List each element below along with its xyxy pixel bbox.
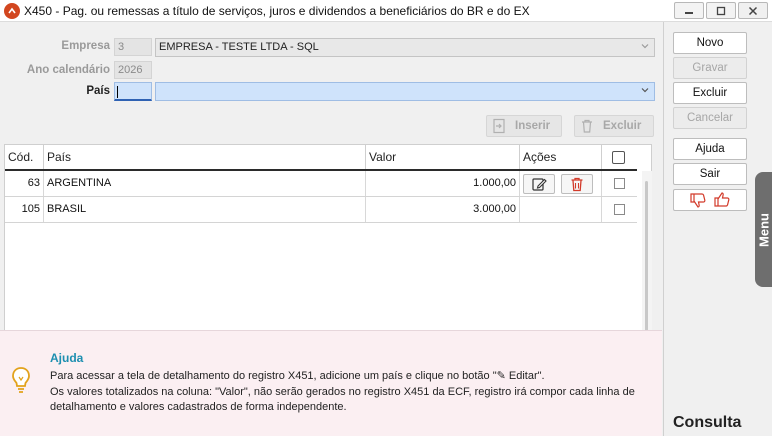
- excluir-row-button[interactable]: Excluir: [574, 115, 654, 137]
- empresa-code-field: 3: [114, 38, 152, 56]
- menu-tab-label: Menu: [756, 212, 772, 247]
- row-select: [602, 171, 637, 196]
- row-checkbox[interactable]: [614, 178, 625, 189]
- inserir-label: Inserir: [515, 120, 551, 132]
- help-panel: Ajuda Para acessar a tela de detalhament…: [0, 330, 662, 436]
- row-valor: 3.000,00: [366, 197, 520, 222]
- close-icon: [748, 6, 758, 15]
- column-header-pais[interactable]: País: [44, 145, 366, 169]
- pais-select[interactable]: [155, 82, 655, 101]
- insert-icon: [489, 116, 509, 136]
- row-checkbox[interactable]: [614, 204, 625, 215]
- main-panel: Empresa 3 EMPRESA - TESTE LTDA - SQL Ano…: [0, 22, 662, 436]
- scrollbar-thumb[interactable]: [645, 181, 648, 331]
- ajuda-button[interactable]: Ajuda: [673, 138, 747, 160]
- row-pais: BRASIL: [44, 197, 366, 222]
- trash-icon: [577, 116, 597, 136]
- excluir-label: Excluir: [603, 120, 642, 132]
- thumbs-up-icon[interactable]: [713, 192, 731, 208]
- lightbulb-icon: [10, 365, 32, 398]
- gravar-button[interactable]: Gravar: [673, 57, 747, 79]
- delete-button[interactable]: [561, 174, 593, 194]
- title-bar: X450 - Pag. ou remessas a título de serv…: [0, 0, 772, 22]
- row-select: [602, 197, 637, 222]
- sair-button[interactable]: Sair: [673, 163, 747, 185]
- column-header-select: [602, 145, 637, 169]
- table-row[interactable]: 105 BRASIL 3.000,00: [5, 197, 637, 223]
- empresa-name-value: EMPRESA - TESTE LTDA - SQL: [159, 41, 319, 53]
- action-sidebar: Novo Gravar Excluir Cancelar Ajuda Sair …: [663, 22, 772, 436]
- app-logo-icon: [4, 2, 20, 19]
- grid-scrollbar[interactable]: [642, 171, 652, 347]
- cancelar-button[interactable]: Cancelar: [673, 107, 747, 129]
- column-header-cod[interactable]: Cód.: [5, 145, 44, 169]
- empresa-label: Empresa: [61, 40, 110, 52]
- ano-calendario-label: Ano calendário: [26, 64, 110, 76]
- column-header-valor[interactable]: Valor: [366, 145, 520, 169]
- help-title: Ajuda: [50, 351, 84, 365]
- row-actions: [520, 197, 602, 222]
- chevron-down-icon: [639, 41, 651, 54]
- novo-button[interactable]: Novo: [673, 32, 747, 54]
- close-window-button[interactable]: [738, 2, 768, 19]
- window-title: X450 - Pag. ou remessas a título de serv…: [24, 3, 530, 18]
- thumbs-down-icon[interactable]: [689, 192, 707, 208]
- help-text-line: Para acessar a tela de detalhamento do r…: [50, 370, 545, 382]
- help-text-line: detalhamento e valores cadastrados de fo…: [50, 401, 347, 413]
- edit-icon: [532, 178, 547, 191]
- minimize-button[interactable]: [674, 2, 704, 19]
- grid-header: Cód. País Valor Ações: [5, 145, 637, 171]
- excluir-button[interactable]: Excluir: [673, 82, 747, 104]
- pais-label: País: [86, 85, 110, 97]
- minimize-icon: [685, 11, 693, 14]
- maximize-button[interactable]: [706, 2, 736, 19]
- menu-tab[interactable]: Menu: [755, 172, 772, 287]
- edit-button[interactable]: [523, 174, 555, 194]
- feedback-buttons: [673, 189, 747, 211]
- row-valor: 1.000,00: [366, 171, 520, 196]
- ano-calendario-field: 2026: [114, 61, 152, 79]
- country-grid: Cód. País Valor Ações 63 ARGENTINA 1.000…: [4, 144, 652, 349]
- chevron-down-icon: [639, 85, 651, 98]
- row-pais: ARGENTINA: [44, 171, 366, 196]
- row-cod: 63: [5, 171, 44, 196]
- empresa-select: EMPRESA - TESTE LTDA - SQL: [155, 38, 655, 57]
- select-all-checkbox[interactable]: [612, 151, 625, 164]
- table-row[interactable]: 63 ARGENTINA 1.000,00: [5, 171, 637, 197]
- help-text-line: Os valores totalizados na coluna: "Valor…: [50, 386, 635, 398]
- column-header-acoes: Ações: [520, 145, 602, 169]
- row-cod: 105: [5, 197, 44, 222]
- row-actions: [520, 171, 602, 196]
- pais-code-input[interactable]: [114, 82, 152, 101]
- mode-label: Consulta: [673, 414, 742, 431]
- inserir-button[interactable]: Inserir: [486, 115, 562, 137]
- text-caret: [117, 86, 118, 98]
- maximize-icon: [716, 6, 726, 15]
- trash-icon: [571, 177, 583, 192]
